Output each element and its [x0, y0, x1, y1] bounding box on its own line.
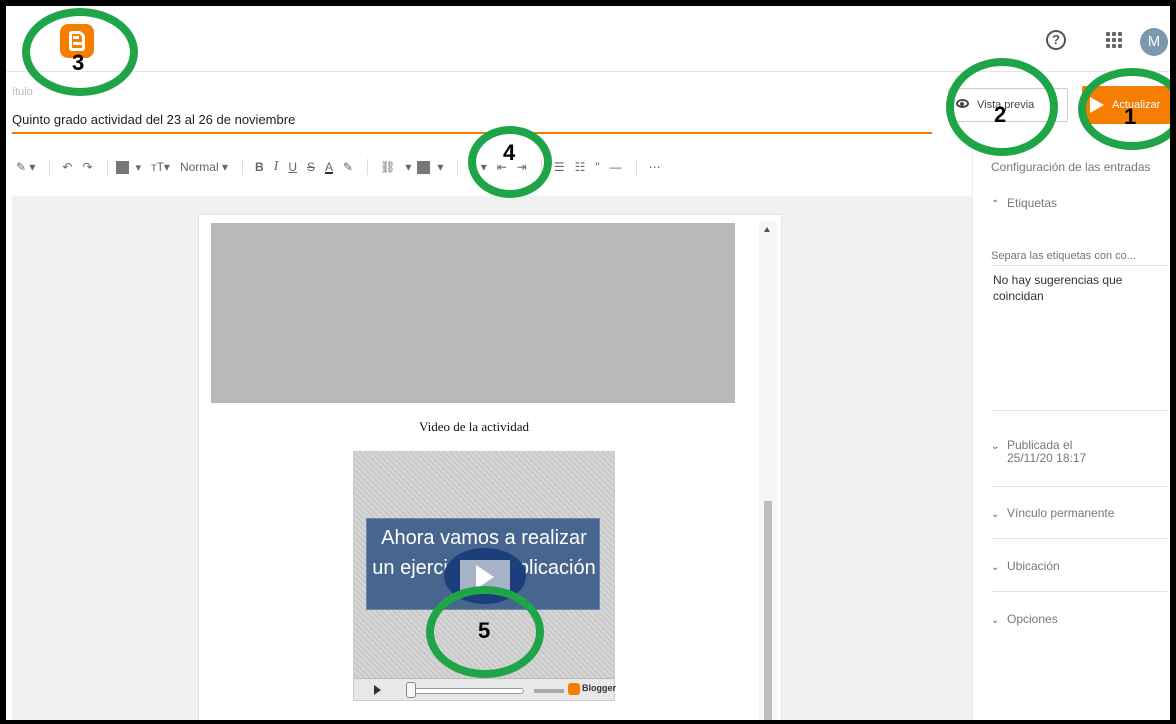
section-divider [991, 410, 1167, 411]
no-suggestions-text: No hay sugerencias que coincidan [993, 273, 1123, 303]
options-label: Opciones [1007, 612, 1058, 626]
toolbar-divider [635, 159, 637, 175]
annotation-number-2: 2 [994, 102, 1007, 127]
undo-button[interactable]: ↶ [58, 156, 76, 178]
labels-section-toggle[interactable]: ⌃ Etiquetas [991, 196, 1167, 210]
labels-section-label: Etiquetas [1007, 196, 1058, 210]
edit-mode-button[interactable]: ✎ ▾ [12, 156, 39, 178]
font-family-icon[interactable] [115, 160, 129, 174]
published-date: 25/11/20 18:17 [1007, 451, 1087, 465]
avatar[interactable]: M [1140, 28, 1168, 56]
more-options-button[interactable]: ⋯ [645, 156, 665, 178]
insert-image-button[interactable]: ▾ [401, 156, 415, 178]
chevron-down-icon: ⌄ [991, 562, 1000, 573]
sidebar-title: Configuración de las entradas [991, 160, 1151, 174]
permalink-section-toggle[interactable]: ⌄ Vínculo permanente [991, 506, 1167, 520]
toolbar-divider [49, 159, 51, 175]
help-icon[interactable]: ? [1046, 30, 1066, 50]
toolbar-divider [241, 159, 243, 175]
italic-button[interactable]: I [270, 156, 283, 178]
apps-grid-icon[interactable] [1106, 32, 1122, 48]
video-progress-handle[interactable] [406, 682, 416, 698]
volume-slider[interactable] [534, 689, 564, 693]
bold-button[interactable]: B [251, 156, 268, 178]
post-image[interactable] [211, 223, 735, 403]
insert-video-icon[interactable] [417, 160, 431, 174]
tags-input[interactable] [991, 246, 1167, 266]
control-play-icon[interactable] [374, 685, 381, 695]
redo-button[interactable]: ↷ [78, 156, 96, 178]
options-section-toggle[interactable]: ⌄ Opciones [991, 612, 1167, 626]
link-button[interactable]: ⛓ [376, 156, 399, 178]
chevron-down-icon: ⌄ [991, 441, 1000, 452]
scroll-thumb[interactable] [764, 501, 772, 720]
section-divider [991, 538, 1167, 539]
scroll-up-icon[interactable] [764, 227, 770, 232]
font-size-button[interactable]: тT▾ [147, 156, 174, 178]
chevron-down-icon: ⌄ [991, 509, 1000, 520]
video-caption: Video de la actividad [418, 419, 530, 434]
editor-toolbar: ✎ ▾ ↶ ↷ ▾ тT▾ Normal ▾ B I U S A ✎ ⛓ ▾ ▾… [12, 154, 667, 180]
toolbar-divider [457, 159, 459, 175]
bulleted-list-button[interactable]: ☰ [550, 156, 569, 178]
blogger-small-icon [568, 683, 580, 695]
numbered-list-button[interactable]: ☷ [571, 156, 590, 178]
toolbar-divider [106, 159, 108, 175]
toolbar-divider [367, 159, 369, 175]
video-brand-label: Blogger [582, 683, 617, 693]
permalink-label: Vínculo permanente [1007, 506, 1115, 520]
horizontal-rule-button[interactable]: — [606, 156, 626, 178]
text-color-button[interactable]: A [321, 156, 337, 178]
insert-video-dropdown[interactable]: ▾ [433, 156, 447, 178]
underline-button[interactable]: U [284, 156, 301, 178]
chevron-up-icon: ⌃ [991, 199, 1000, 210]
chevron-down-icon: ⌄ [991, 615, 1000, 626]
annotation-number-4: 4 [503, 140, 516, 165]
post-title-input[interactable] [12, 106, 932, 134]
post-settings-sidebar: Configuración de las entradas ⌃ Etiquetas… [972, 146, 1170, 720]
quote-button[interactable]: " [591, 156, 603, 178]
screenshot-frame: ? M ítulo Vista previa Actualizar ✎ ▾ ↶ … [0, 0, 1176, 724]
paragraph-format-dropdown[interactable]: Normal ▾ [176, 156, 232, 178]
annotation-number-5: 5 [478, 618, 491, 643]
section-divider [991, 486, 1167, 487]
font-family-dropdown[interactable]: ▾ [132, 156, 146, 178]
video-progress-track[interactable] [406, 688, 524, 694]
video-controls: Blogger [354, 678, 617, 700]
title-field-label: ítulo [12, 86, 33, 98]
annotation-number-1: 1 [1124, 104, 1137, 129]
section-divider [991, 591, 1167, 592]
highlight-button[interactable]: ✎ [339, 156, 357, 178]
document-scrollbar[interactable] [759, 221, 777, 720]
strikethrough-button[interactable]: S [303, 156, 319, 178]
annotation-number-3: 3 [72, 50, 85, 75]
location-label: Ubicación [1007, 559, 1060, 573]
location-section-toggle[interactable]: ⌄ Ubicación [991, 559, 1167, 573]
